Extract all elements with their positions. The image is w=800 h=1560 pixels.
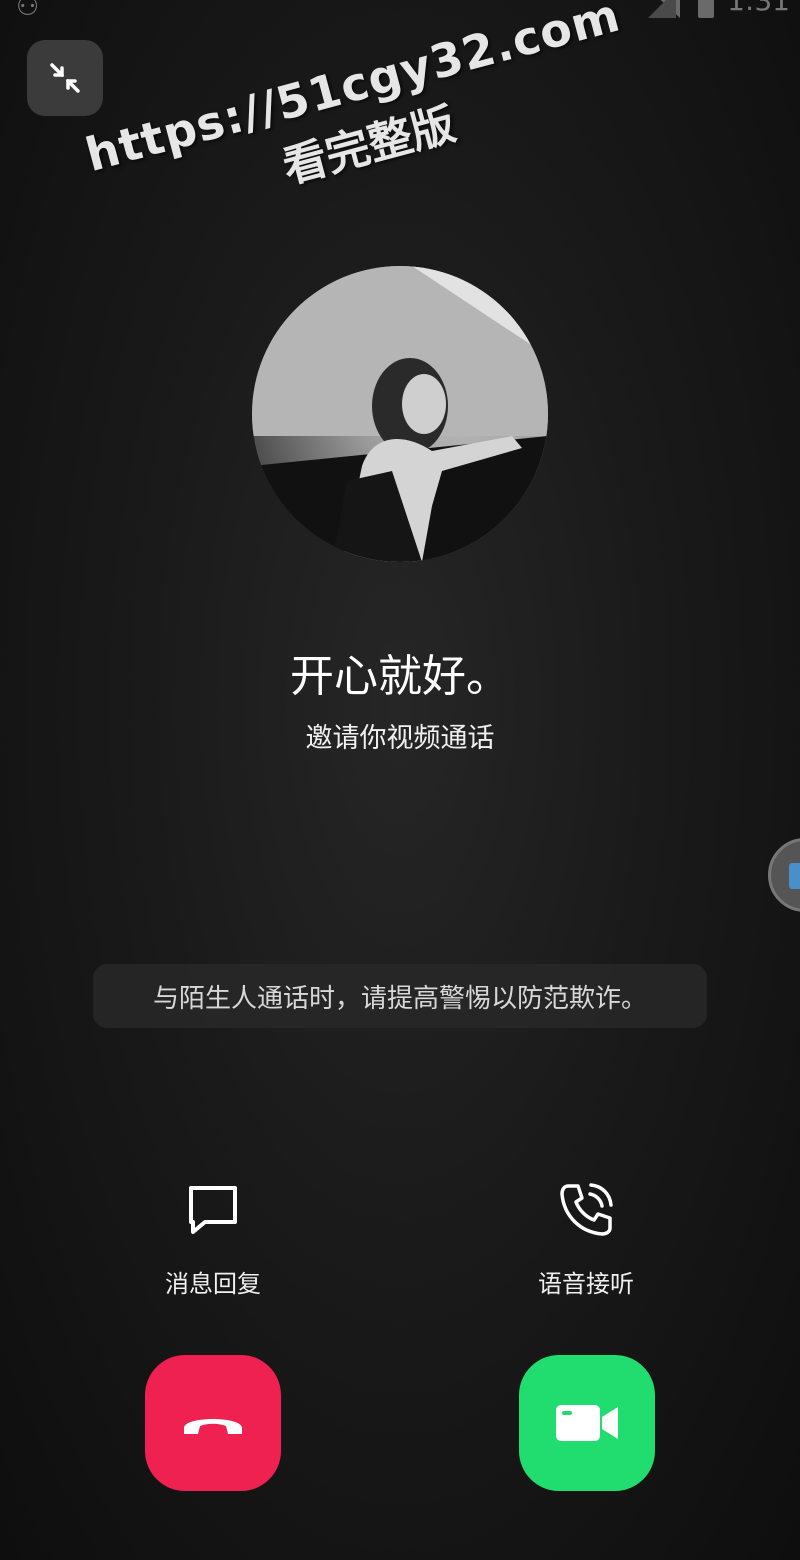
minimize-arrows-icon [50, 63, 80, 93]
decline-call-button[interactable] [145, 1355, 281, 1491]
watermark: https://51cgy32.com 看完整版 [80, 0, 642, 244]
floating-side-handle[interactable] [768, 838, 800, 912]
status-time: 1:31 [727, 0, 790, 17]
caller-name: 开心就好。 [290, 651, 510, 702]
signal-icon [648, 0, 676, 18]
message-reply-label: 消息回复 [165, 1270, 261, 1298]
call-status-text: 邀请你视频通话 [305, 723, 495, 754]
phone-ringing-icon [560, 1183, 613, 1236]
video-camera-icon [556, 1405, 618, 1441]
battery-icon [698, 0, 714, 18]
message-square-icon [189, 1186, 237, 1234]
voice-answer-button[interactable]: 语音接听 [486, 1180, 686, 1299]
minimize-call-button[interactable] [27, 40, 103, 116]
accept-video-call-button[interactable] [519, 1355, 655, 1491]
caller-avatar [252, 266, 548, 562]
hang-up-icon [184, 1419, 242, 1434]
fraud-warning-banner: 与陌生人通话时，请提高警惕以防范欺诈。 [93, 964, 707, 1028]
voice-answer-label: 语音接听 [538, 1270, 634, 1298]
side-handle-icon [789, 863, 800, 889]
status-bar: ⚇ 1:31 [0, 0, 800, 22]
notification-icon: ⚇ [16, 0, 40, 22]
message-reply-button[interactable]: 消息回复 [113, 1180, 313, 1299]
fraud-warning-text: 与陌生人通话时，请提高警惕以防范欺诈。 [152, 983, 647, 1014]
